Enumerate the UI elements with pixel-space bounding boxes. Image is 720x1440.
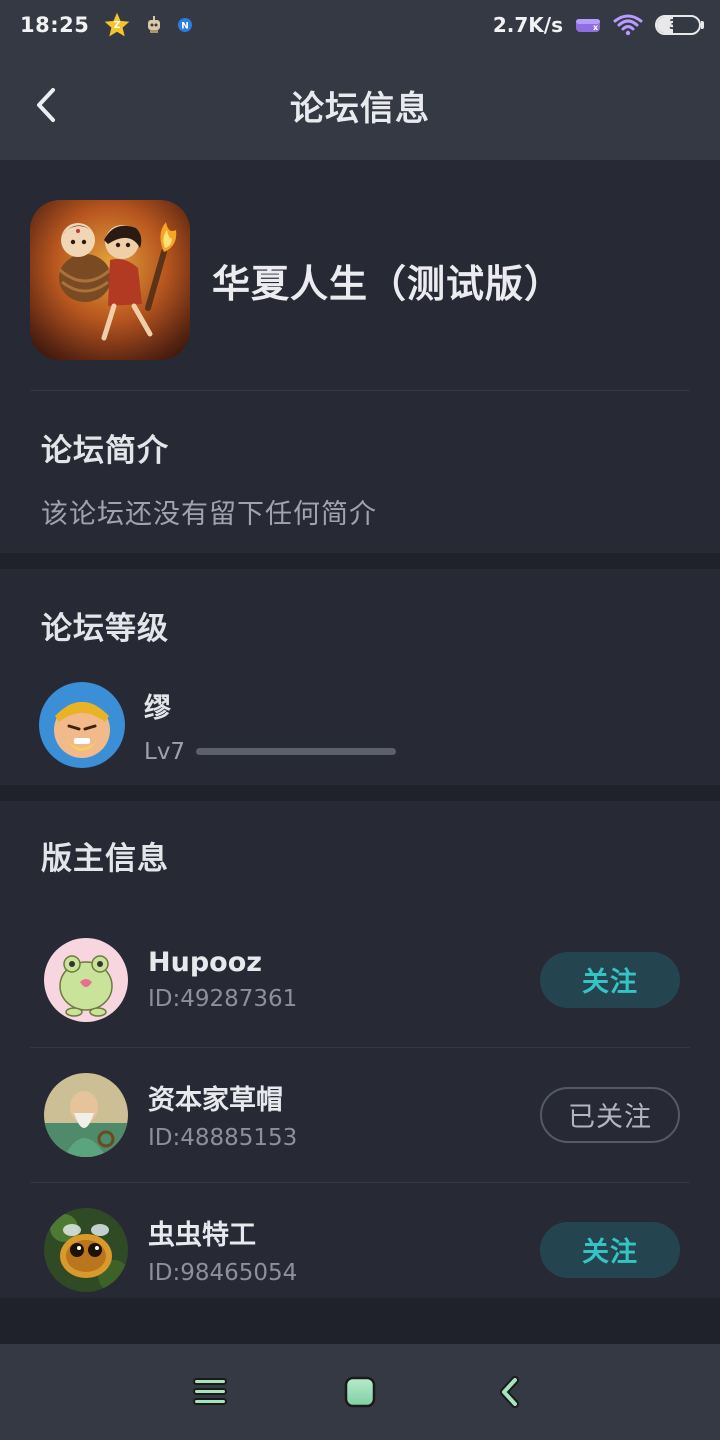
forum-app-icon — [30, 200, 190, 360]
forum-header: 华夏人生（测试版） — [0, 160, 720, 390]
user-name: 缪 — [144, 692, 171, 724]
intro-title: 论坛简介 — [41, 433, 169, 469]
moderator-name: Hupooz — [148, 947, 262, 978]
svg-text:x: x — [593, 23, 599, 32]
follow-button[interactable]: 关注 — [540, 951, 680, 1008]
level-title: 论坛等级 — [41, 611, 169, 647]
chevron-left-icon — [37, 88, 55, 122]
forum-intro: 论坛简介 该论坛还没有留下任何简介 — [0, 391, 720, 553]
app-notification-icon: N — [178, 18, 193, 32]
avatar[interactable] — [44, 1207, 128, 1292]
user-level-row[interactable]: 缪 Lv7 — [39, 682, 679, 768]
vpn-key-icon: x — [576, 19, 600, 32]
top-nav-bar: 论坛信息 — [0, 50, 720, 160]
intro-text: 该论坛还没有留下任何简介 — [41, 499, 377, 530]
forum-level-card: 论坛等级 缪 Lv7 — [0, 569, 720, 785]
menu-button[interactable] — [190, 1374, 230, 1410]
moderator-item[interactable]: 资本家草帽 ID:48885153 已关注 — [0, 1047, 720, 1182]
menu-icon — [193, 1378, 227, 1405]
moderator-id: ID:49287361 — [148, 986, 298, 1012]
forum-name: 华夏人生（测试版） — [212, 261, 564, 306]
wifi-icon — [613, 14, 643, 36]
home-button[interactable] — [340, 1374, 380, 1410]
svg-text:Z: Z — [114, 20, 121, 31]
level-label: Lv7 — [144, 738, 186, 765]
follow-button[interactable]: 关注 — [540, 1221, 680, 1278]
level-progress-bar — [196, 748, 396, 755]
moderator-item[interactable]: Hupooz ID:49287361 关注 — [0, 912, 720, 1047]
status-right: 2.7K/s x 37 — [493, 13, 704, 37]
forum-info-card: 华夏人生（测试版） 论坛简介 该论坛还没有留下任何简介 — [0, 160, 720, 553]
notification-icons: Z N — [103, 11, 193, 39]
avatar[interactable] — [39, 682, 125, 768]
back-icon — [500, 1376, 519, 1408]
moderators-card: 版主信息 Hupooz ID:49287361 关注 资本家草帽 ID:4888… — [0, 801, 720, 1298]
avatar[interactable] — [44, 937, 128, 1022]
moderator-name: 虫虫特工 — [148, 1220, 256, 1251]
page-content: 华夏人生（测试版） 论坛简介 该论坛还没有留下任何简介 论坛等级 缪 Lv7 版… — [0, 160, 720, 1298]
battery-indicator: 37 — [655, 15, 704, 35]
robot-notification-icon — [148, 16, 161, 33]
following-button[interactable]: 已关注 — [540, 1086, 680, 1143]
moderator-item[interactable]: 虫虫特工 ID:98465054 关注 — [0, 1182, 720, 1317]
battery-percent: 37 — [668, 17, 688, 33]
page-title: 论坛信息 — [290, 88, 430, 129]
status-time: 18:25 — [20, 13, 90, 37]
status-bar: 18:25 Z N 2.7K/s x 37 — [0, 0, 720, 50]
moderators-title: 版主信息 — [41, 841, 169, 877]
battery-icon: 37 — [655, 15, 701, 35]
moderator-id: ID:48885153 — [148, 1125, 298, 1151]
moderator-list: Hupooz ID:49287361 关注 资本家草帽 ID:48885153 … — [0, 912, 720, 1317]
home-icon — [344, 1376, 376, 1408]
network-speed: 2.7K/s — [492, 13, 563, 37]
avatar[interactable] — [44, 1072, 128, 1157]
moderator-name: 资本家草帽 — [148, 1085, 283, 1116]
svg-text:N: N — [182, 22, 190, 32]
nav-back-button[interactable] — [490, 1374, 530, 1410]
moderator-id: ID:98465054 — [148, 1260, 298, 1286]
star-notification-icon: Z — [105, 12, 130, 37]
system-nav-bar — [0, 1344, 720, 1440]
back-button[interactable] — [24, 83, 68, 127]
